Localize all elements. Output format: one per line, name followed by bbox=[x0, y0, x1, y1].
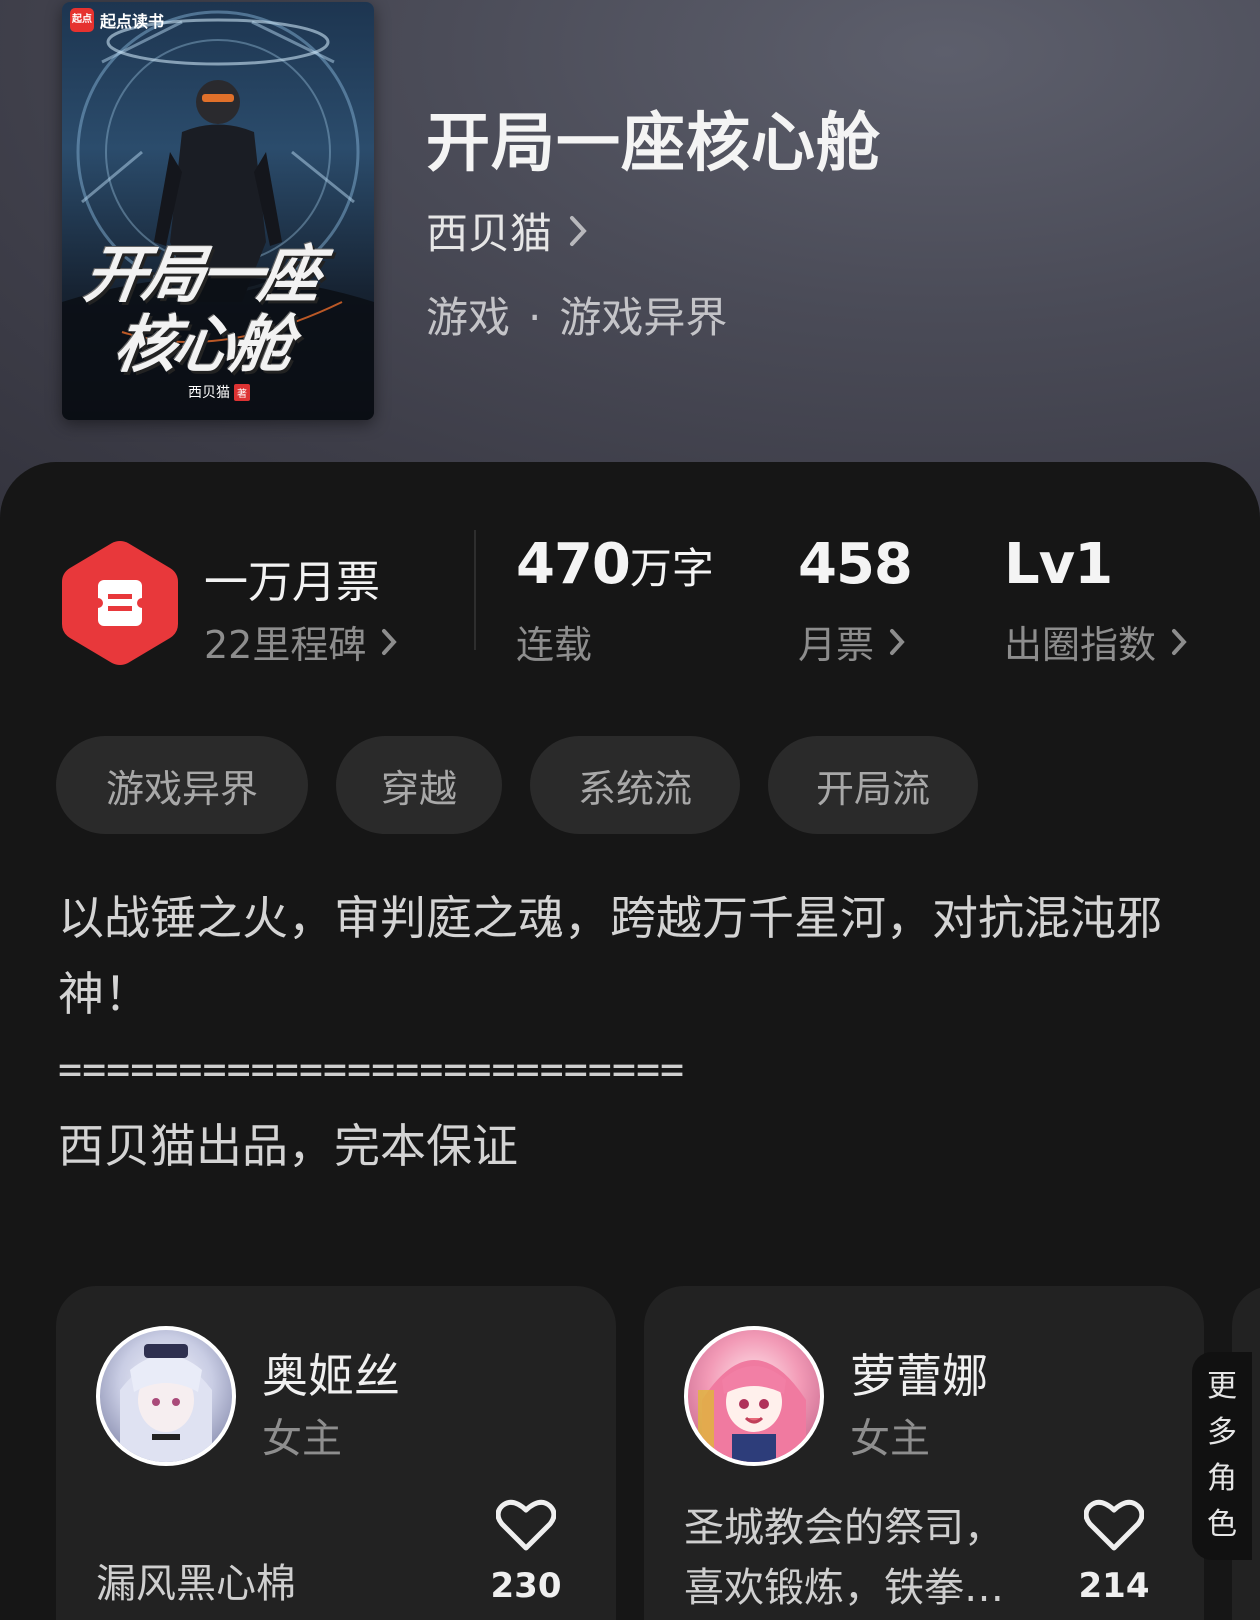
stats-divider bbox=[474, 530, 476, 650]
heart-icon bbox=[1083, 1499, 1145, 1551]
separator-dot: · bbox=[528, 293, 542, 342]
stats-row: 一万月票 22里程碑 470万字 连载 458 月票 Lv1 出圈指数 bbox=[0, 462, 1260, 682]
popularity-index-link[interactable]: 出圈指数 bbox=[1004, 614, 1188, 669]
character-name: 奥姬丝 bbox=[262, 1349, 400, 1403]
cover-title-line1: 开局一座 bbox=[79, 238, 323, 311]
cover-author-badge: 著 bbox=[234, 383, 250, 401]
tag-chip[interactable]: 穿越 bbox=[336, 736, 502, 834]
character-avatar bbox=[96, 1326, 236, 1466]
character-description: 圣城教会的祭司，喜欢锻炼，铁拳… bbox=[684, 1505, 1004, 1611]
book-description[interactable]: 以战锤之火，审判庭之魂，跨越万千星河，对抗混沌邪神！ =============… bbox=[58, 880, 1198, 1184]
character-card[interactable]: 萝蕾娜 女主 圣城教会的祭司，喜欢锻炼，铁拳… 214 bbox=[644, 1286, 1204, 1620]
word-count-value: 470 bbox=[516, 532, 631, 597]
more-characters-button[interactable]: 更 多 角 色 bbox=[1192, 1352, 1252, 1560]
ticket-icon bbox=[62, 541, 178, 665]
chevron-right-icon bbox=[570, 215, 587, 246]
tag-list: 游戏异界 穿越 系统流 开局流 bbox=[56, 736, 978, 834]
cover-brand-text: 起点读书 bbox=[100, 12, 165, 31]
monthly-votes-link[interactable]: 月票 bbox=[798, 614, 906, 669]
like-count: 214 bbox=[1078, 1566, 1150, 1606]
author-link[interactable]: 西贝猫 bbox=[426, 200, 588, 261]
character-name: 萝蕾娜 bbox=[850, 1349, 988, 1403]
tag-chip[interactable]: 系统流 bbox=[530, 736, 740, 834]
like-button[interactable] bbox=[1083, 1498, 1145, 1556]
author-name: 西贝猫 bbox=[426, 209, 553, 258]
character-avatar bbox=[684, 1326, 824, 1466]
more-characters-char: 多 bbox=[1207, 1415, 1237, 1450]
description-separator: ========================== bbox=[58, 1047, 685, 1093]
chevron-right-icon bbox=[382, 628, 398, 655]
word-count-unit: 万字 bbox=[629, 544, 714, 593]
character-description: 漏风黑心棉 bbox=[96, 1561, 296, 1607]
character-card[interactable]: 奥姬丝 女主 漏风黑心棉 230 bbox=[56, 1286, 616, 1620]
more-characters-char: 角 bbox=[1207, 1461, 1237, 1496]
character-role: 女主 bbox=[850, 1416, 930, 1462]
character-portrait bbox=[698, 1360, 806, 1462]
description-line: 西贝猫出品，完本保证 bbox=[58, 1119, 518, 1173]
cover-title: 开局一座 核心舱 bbox=[70, 238, 374, 381]
tag-chip[interactable]: 开局流 bbox=[768, 736, 978, 834]
genre-row: 游戏 · 游戏异界 bbox=[426, 284, 727, 345]
monthly-ticket-title[interactable]: 一万月票 bbox=[204, 546, 380, 610]
character-role: 女主 bbox=[262, 1416, 342, 1462]
like-button[interactable] bbox=[495, 1498, 557, 1556]
chevron-right-icon bbox=[890, 628, 905, 655]
milestone-label: 22里程碑 bbox=[204, 623, 367, 667]
cover-title-line2: 核心舱 bbox=[110, 308, 295, 381]
serial-status: 连载 bbox=[516, 614, 592, 669]
qidian-logo-icon: 起点 bbox=[70, 8, 94, 32]
book-detail-panel: 一万月票 22里程碑 470万字 连载 458 月票 Lv1 出圈指数 游戏异界… bbox=[0, 462, 1260, 1620]
monthly-votes-label: 月票 bbox=[798, 623, 875, 667]
book-title: 开局一座核心舱 bbox=[426, 106, 881, 181]
more-characters-char: 色 bbox=[1207, 1507, 1237, 1542]
like-count: 230 bbox=[490, 1566, 562, 1606]
level-value: Lv1 bbox=[1004, 532, 1113, 597]
book-cover[interactable]: 起点 起点读书 开局一座 核心舱 西贝猫 著 bbox=[62, 2, 374, 420]
word-count: 470万字 bbox=[516, 532, 714, 597]
chevron-right-icon bbox=[1172, 628, 1187, 655]
monthly-votes-count: 458 bbox=[798, 532, 913, 597]
book-header: 起点 起点读书 开局一座 核心舱 西贝猫 著 开局一座核心舱 西贝猫 游戏 · 游戏… bbox=[0, 0, 1260, 520]
milestone-link[interactable]: 22里程碑 bbox=[204, 614, 398, 669]
popularity-index-label: 出圈指数 bbox=[1004, 623, 1157, 667]
category[interactable]: 游戏 bbox=[426, 293, 510, 342]
cover-author-name: 西贝猫 bbox=[188, 385, 230, 401]
more-characters-char: 更 bbox=[1207, 1369, 1237, 1404]
cover-author: 西贝猫 著 bbox=[188, 382, 250, 402]
cover-brand: 起点 起点读书 bbox=[70, 8, 164, 32]
serial-status-label: 连载 bbox=[516, 623, 593, 667]
tag-chip[interactable]: 游戏异界 bbox=[56, 736, 308, 834]
character-portrait bbox=[120, 1344, 212, 1462]
description-line: 以战锤之火，审判庭之魂，跨越万千星河，对抗混沌邪神！ bbox=[58, 891, 1162, 1021]
subcategory[interactable]: 游戏异界 bbox=[559, 293, 727, 342]
heart-icon bbox=[495, 1499, 557, 1551]
